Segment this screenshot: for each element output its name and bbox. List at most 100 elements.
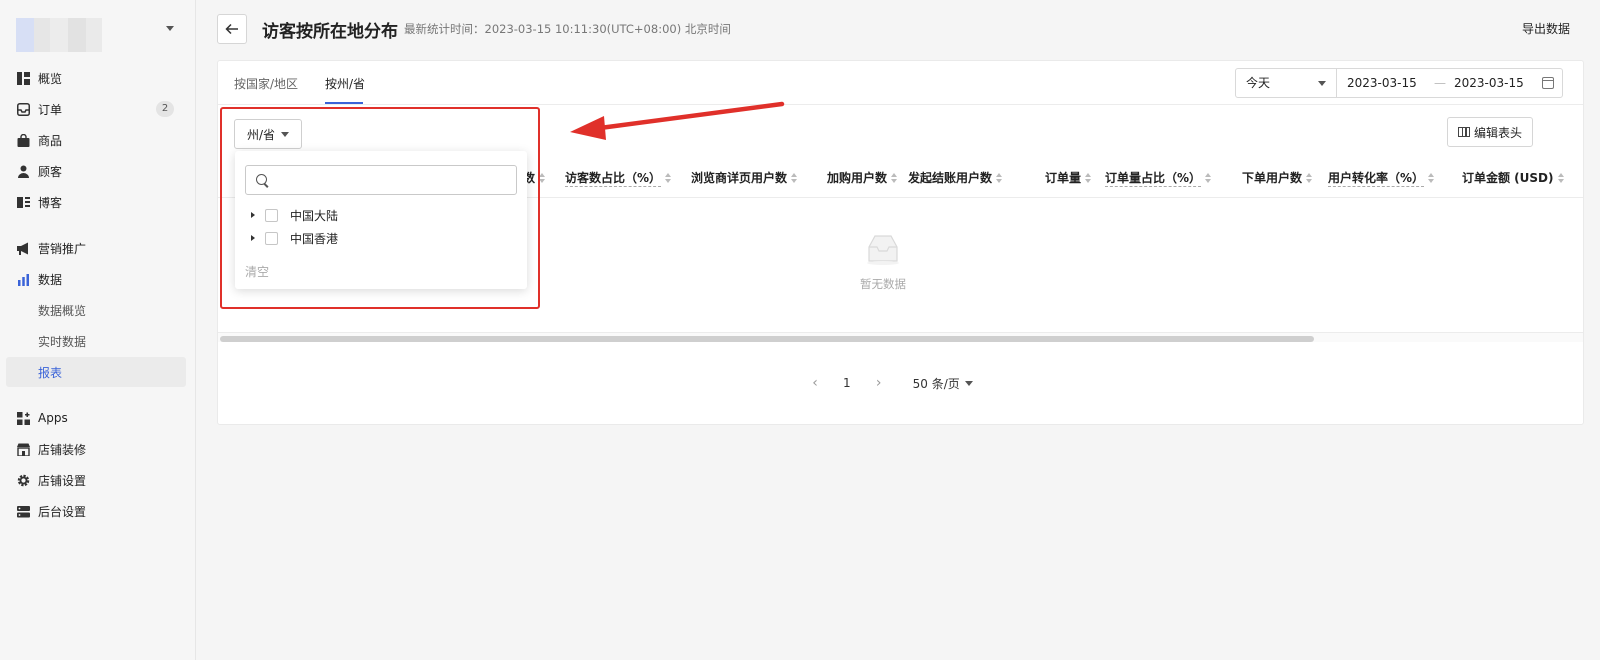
column-header[interactable]: 订单量 — [1045, 169, 1092, 186]
inbox-icon — [16, 102, 30, 116]
sort-icon — [1085, 172, 1092, 183]
arrow-left-icon — [225, 23, 238, 35]
date-to: 2023-03-15 — [1454, 76, 1524, 90]
sort-icon — [996, 172, 1003, 183]
sidebar-item-label: 后台设置 — [38, 504, 87, 519]
back-button[interactable] — [217, 14, 247, 44]
tree-item-label: 中国香港 — [290, 231, 339, 246]
sidebar-item-label: 店铺设置 — [38, 473, 87, 488]
sort-icon — [791, 172, 798, 183]
sidebar-item-data-overview[interactable]: 数据概览 — [6, 295, 186, 325]
page-size-value: 50 条/页 — [912, 376, 960, 391]
region-filter-button[interactable]: 州/省 — [234, 119, 302, 149]
date-separator: — — [1434, 76, 1446, 90]
scrollbar-thumb[interactable] — [220, 336, 1314, 342]
clear-button[interactable]: 清空 — [245, 263, 269, 280]
checkbox[interactable] — [265, 208, 278, 222]
current-page[interactable]: 1 — [843, 376, 851, 390]
column-header[interactable]: 加购用户数 — [827, 169, 898, 186]
sidebar-item-store-settings[interactable]: 店铺设置 — [6, 465, 186, 495]
sidebar-item-marketing[interactable]: 营销推广 — [6, 233, 186, 263]
column-header[interactable]: 访客数占比（%） — [565, 169, 672, 187]
sidebar-item-realtime-data[interactable]: 实时数据 — [6, 326, 186, 356]
caret-down-icon — [1318, 81, 1326, 86]
blog-icon — [16, 195, 30, 209]
sidebar-item-store-design[interactable]: 店铺装修 — [6, 434, 186, 464]
export-data-button[interactable]: 导出数据 — [1522, 20, 1570, 37]
sort-icon — [1557, 172, 1564, 183]
sidebar-item-apps[interactable]: Apps — [6, 403, 186, 433]
page-size-select[interactable]: 50 条/页 — [913, 375, 973, 392]
date-from: 2023-03-15 — [1347, 76, 1417, 90]
empty-text: 暂无数据 — [860, 277, 906, 291]
region-filter-label: 州/省 — [246, 127, 276, 142]
column-header-label: 浏览商详页用户数 — [691, 171, 788, 185]
sidebar: 概览 订单 2 商品 顾客 博客 营销推广 数据 数据概览 实时数据 报表 Ap… — [0, 0, 196, 660]
apps-icon — [16, 411, 30, 425]
calendar-icon — [1542, 77, 1554, 89]
column-header-label: 订单量 — [1045, 171, 1082, 185]
person-icon — [16, 164, 30, 178]
sort-icon — [539, 172, 546, 183]
column-header[interactable]: 下单用户数 — [1242, 169, 1313, 186]
store-switcher[interactable] — [16, 16, 186, 52]
sidebar-item-label: 数据 — [38, 272, 63, 287]
sidebar-item-label: 概览 — [38, 71, 63, 86]
empty-state: 暂无数据 — [838, 233, 928, 292]
next-page-button[interactable]: › — [869, 375, 889, 391]
search-icon — [256, 174, 267, 185]
sort-icon — [1428, 173, 1435, 183]
caret-right-icon[interactable] — [251, 212, 255, 218]
store-logo — [16, 18, 102, 52]
tab-by-state[interactable]: 按州/省 — [325, 75, 365, 92]
region-dropdown: 中国大陆 中国香港 清空 — [235, 151, 527, 289]
gear-icon — [16, 473, 30, 487]
sort-icon — [665, 173, 672, 183]
column-header[interactable]: 订单量占比（%） — [1105, 169, 1212, 187]
sort-icon — [1205, 173, 1212, 183]
column-header[interactable]: 用户转化率（%） — [1328, 169, 1435, 187]
tab-by-country[interactable]: 按国家/地区 — [234, 75, 298, 92]
tree-item-hong-kong[interactable]: 中国香港 — [251, 228, 338, 248]
column-header-label: 加购用户数 — [827, 171, 888, 185]
sidebar-item-orders[interactable]: 订单 2 — [6, 94, 186, 124]
checkbox[interactable] — [265, 231, 278, 245]
sidebar-item-products[interactable]: 商品 — [6, 125, 186, 155]
shopping-bag-icon — [16, 133, 30, 147]
store-icon — [16, 442, 30, 456]
period-select[interactable]: 今天 — [1236, 69, 1337, 97]
column-header-label: 用户转化率（%） — [1328, 171, 1425, 187]
sort-icon — [1306, 172, 1313, 183]
column-header-label: 订单金额 (USD) — [1462, 171, 1554, 185]
sort-icon — [891, 172, 898, 183]
sidebar-item-admin-settings[interactable]: 后台设置 — [6, 496, 186, 526]
sidebar-item-blog[interactable]: 博客 — [6, 187, 186, 217]
dashboard-icon — [16, 71, 30, 85]
sidebar-item-overview[interactable]: 概览 — [6, 63, 186, 93]
sidebar-item-data[interactable]: 数据 — [6, 264, 186, 294]
column-header-label: 下单用户数 — [1242, 171, 1303, 185]
caret-down-icon — [281, 131, 290, 137]
columns-icon — [1457, 127, 1470, 137]
sidebar-item-customers[interactable]: 顾客 — [6, 156, 186, 186]
region-search-input[interactable] — [274, 169, 510, 191]
sidebar-item-label: 营销推广 — [38, 241, 87, 256]
column-header[interactable]: 浏览商详页用户数 — [691, 169, 798, 186]
column-header[interactable]: 订单金额 (USD) — [1462, 169, 1564, 186]
sidebar-item-label: 实时数据 — [38, 334, 87, 349]
sidebar-item-label: 报表 — [38, 365, 63, 380]
date-range-picker[interactable]: 2023-03-15 — 2023-03-15 — [1337, 69, 1562, 97]
prev-page-button[interactable]: ‹ — [805, 375, 825, 391]
horizontal-scrollbar[interactable] — [218, 332, 1583, 342]
bar-chart-icon — [16, 272, 30, 286]
sidebar-item-label: 店铺装修 — [38, 442, 87, 457]
sidebar-item-label: 博客 — [38, 195, 63, 210]
region-search-box — [245, 165, 517, 195]
column-header[interactable]: 发起结账用户数 — [908, 169, 1003, 186]
sidebar-item-reports[interactable]: 报表 — [6, 357, 186, 387]
active-tab-indicator — [325, 102, 363, 104]
tree-item-mainland-china[interactable]: 中国大陆 — [251, 205, 338, 225]
caret-right-icon[interactable] — [251, 235, 255, 241]
chevron-down-icon — [166, 26, 174, 31]
edit-columns-button[interactable]: 编辑表头 — [1447, 117, 1533, 147]
